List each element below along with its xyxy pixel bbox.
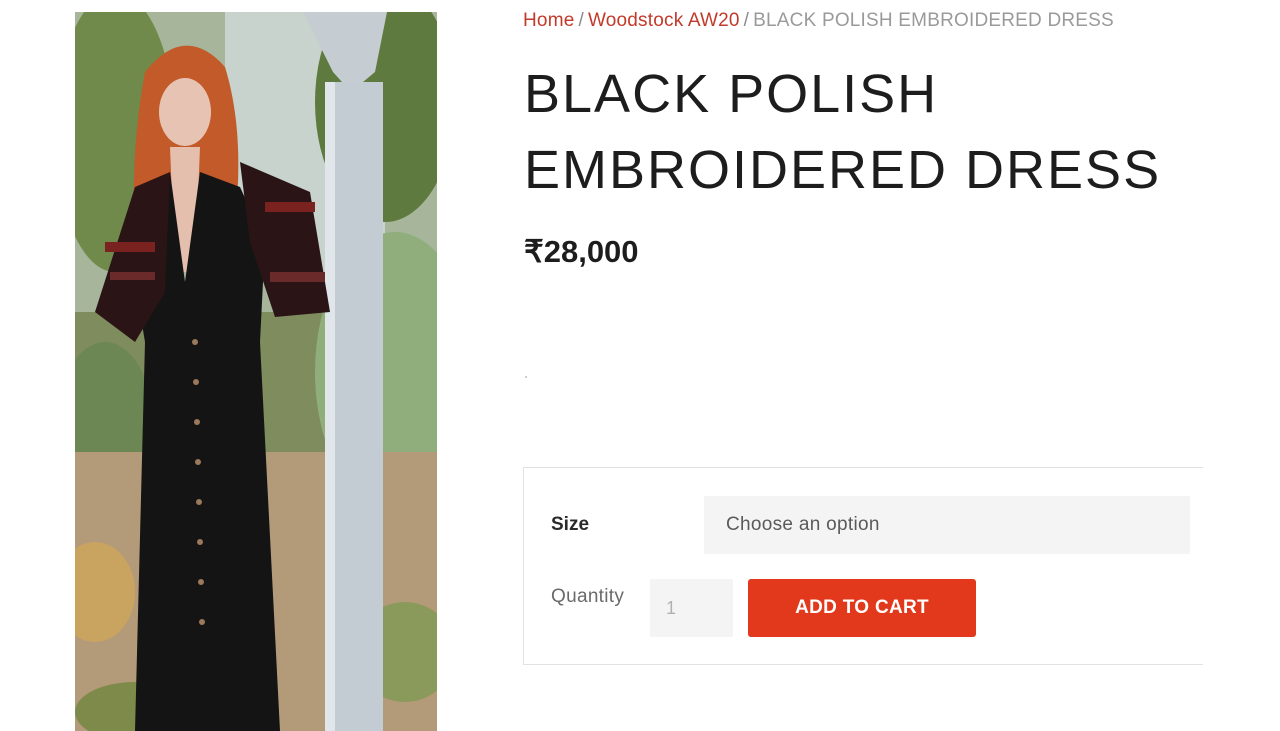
breadcrumb-separator: / xyxy=(578,10,584,31)
divider-dot xyxy=(525,376,527,378)
add-to-cart-form: Size Choose an option Quantity ADD TO CA… xyxy=(523,467,1203,665)
product-title-line1: BLACK POLISH xyxy=(524,64,939,124)
add-to-cart-button[interactable]: ADD TO CART xyxy=(748,579,976,637)
breadcrumb-home-link[interactable]: Home xyxy=(523,10,574,31)
product-title: BLACK POLISH EMBROIDERED DRESS xyxy=(524,56,1224,208)
breadcrumb-separator: / xyxy=(743,10,750,31)
quantity-input[interactable] xyxy=(650,579,733,637)
size-label: Size xyxy=(551,514,590,535)
breadcrumb: Home / Woodstock AW20/BLACK POLISH EMBROID… xyxy=(523,10,1114,32)
product-title-line2: EMBROIDERED DRESS xyxy=(524,140,1162,200)
breadcrumb-collection-link[interactable]: Woodstock AW20 xyxy=(588,10,740,31)
size-select[interactable]: Choose an option xyxy=(704,496,1190,554)
breadcrumb-current: BLACK POLISH EMBROIDERED DRESS xyxy=(753,10,1114,31)
quantity-label: Quantity xyxy=(551,586,625,607)
product-page: Home / Woodstock AW20/BLACK POLISH EMBROID… xyxy=(0,0,1280,731)
product-price: ₹28,000 xyxy=(524,234,639,269)
product-image[interactable] xyxy=(75,12,437,731)
